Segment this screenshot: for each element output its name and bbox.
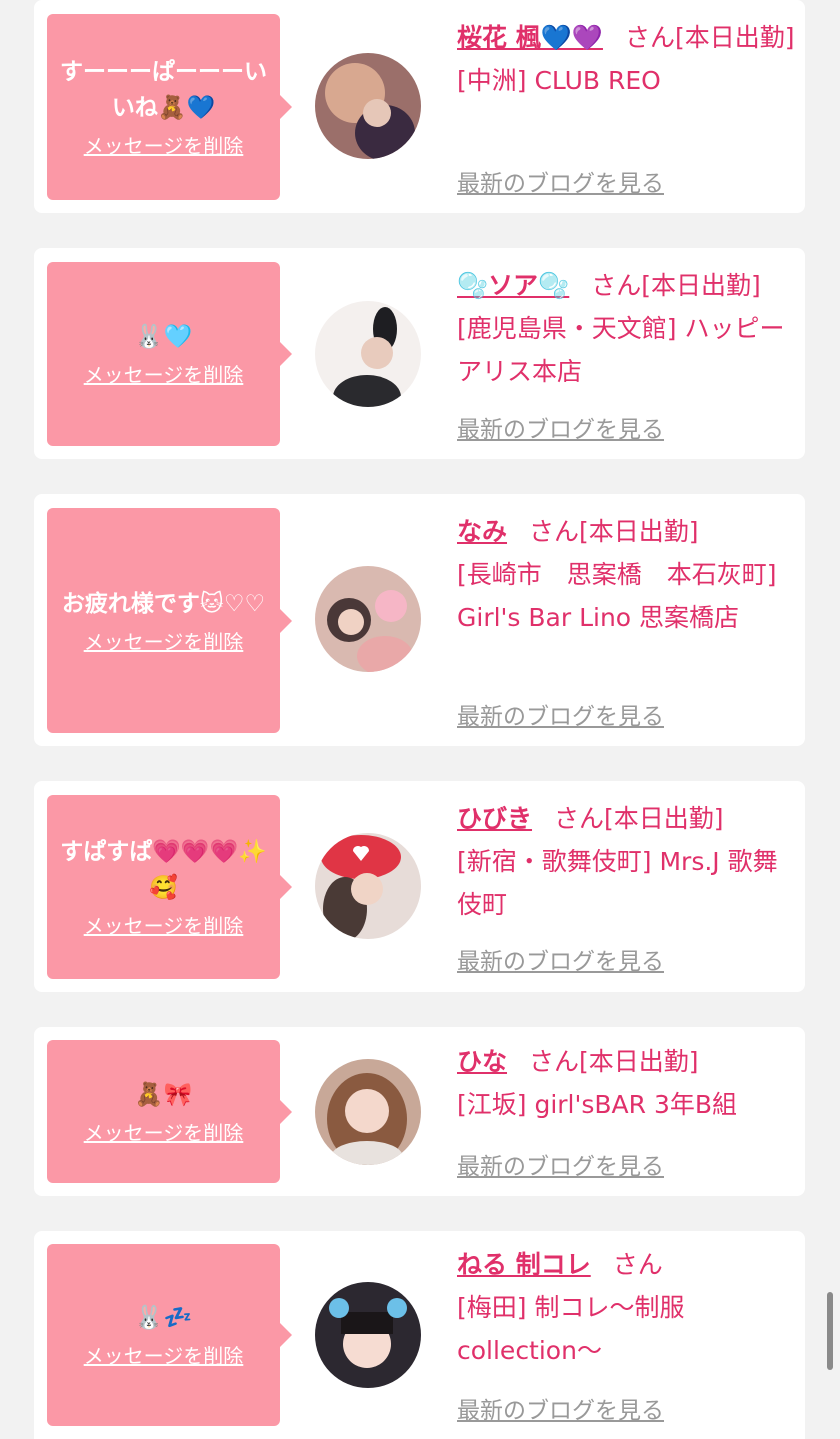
avatar[interactable] [315, 301, 421, 407]
latest-blog-link[interactable]: 最新のブログを見る [457, 942, 664, 976]
shop-name: Girl's Bar Lino 思案橋店 [457, 603, 740, 632]
message-bubble: 🧸🎀 メッセージを削除 [47, 1040, 292, 1183]
avatar[interactable] [315, 1059, 421, 1165]
message-text: お疲れ様です🐱♡♡ [61, 590, 266, 617]
cast-name-link[interactable]: ひな [457, 1047, 507, 1076]
latest-blog-link[interactable]: 最新のブログを見る [457, 410, 664, 444]
message-bubble: 🐰🩵 メッセージを削除 [47, 262, 292, 446]
cast-info: 🫧ソア🫧 さん[本日出勤] [鹿児島県・天文館] ハッピーアリス本店 [457, 264, 795, 393]
honorific: さん [624, 23, 675, 52]
message-text: 🐰💤 [134, 1305, 193, 1331]
cast-name-link[interactable]: なみ [457, 517, 507, 546]
message-bubble: すぱすぱ💗💗💗✨🥰 メッセージを削除 [47, 795, 292, 979]
cast-name-link[interactable]: 桜花 楓💙💜 [457, 23, 603, 52]
favorite-card: すーーーぱーーーいいね🧸💙 メッセージを削除 桜花 楓💙💜 さん[本日出勤] [中… [34, 0, 805, 213]
message-bubble: お疲れ様です🐱♡♡ メッセージを削除 [47, 508, 292, 733]
cast-name-link[interactable]: ねる 制コレ [457, 1250, 591, 1279]
status-text: [本日出勤] [579, 1047, 699, 1076]
status-text: [本日出勤] [674, 23, 795, 52]
message-bubble: 🐰💤 メッセージを削除 [47, 1244, 292, 1426]
cast-name-link[interactable]: 🫧ソア🫧 [457, 271, 569, 300]
area-text: [梅田] [457, 1293, 527, 1322]
message-text: 🧸🎀 [134, 1081, 193, 1108]
status-text: [本日出勤] [641, 271, 761, 300]
message-text: すぱすぱ💗💗💗✨🥰 [60, 839, 267, 901]
cast-info: ひな さん[本日出勤] [江坂] girl'sBAR 3年B組 [457, 1040, 795, 1126]
delete-message-link[interactable]: メッセージを削除 [84, 132, 244, 160]
honorific: さん [612, 1250, 663, 1279]
honorific: さん [529, 1047, 580, 1076]
avatar[interactable] [315, 1282, 421, 1388]
scrollbar-thumb[interactable] [827, 1292, 833, 1370]
favorite-card: お疲れ様です🐱♡♡ メッセージを削除 なみ さん[本日出勤] [長崎市 思案橋 本… [34, 494, 805, 746]
avatar[interactable] [315, 53, 421, 159]
latest-blog-link[interactable]: 最新のブログを見る [457, 164, 664, 198]
status-text: [本日出勤] [604, 804, 724, 833]
delete-message-link[interactable]: メッセージを削除 [84, 1342, 244, 1370]
favorite-card: 🧸🎀 メッセージを削除 ひな さん[本日出勤] [江坂] girl'sBAR 3年… [34, 1027, 805, 1196]
area-text: [新宿・歌舞伎町] [457, 847, 652, 876]
cast-info: 桜花 楓💙💜 さん[本日出勤] [中洲] CLUB REO [457, 16, 795, 102]
delete-message-link[interactable]: メッセージを削除 [84, 361, 244, 389]
avatar[interactable] [315, 566, 421, 672]
latest-blog-link[interactable]: 最新のブログを見る [457, 697, 664, 731]
honorific: さん [591, 271, 642, 300]
message-text: 🐰🩵 [134, 324, 193, 350]
honorific: さん [554, 804, 605, 833]
favorite-card: すぱすぱ💗💗💗✨🥰 メッセージを削除 ひびき さん[本日出勤] [新宿・歌舞伎町]… [34, 781, 805, 992]
area-text: [中洲] [457, 66, 527, 95]
cast-info: ねる 制コレ さん [梅田] 制コレ〜制服collection〜 [457, 1243, 795, 1372]
delete-message-link[interactable]: メッセージを削除 [84, 912, 244, 940]
delete-message-link[interactable]: メッセージを削除 [84, 628, 244, 656]
area-text: [長崎市 思案橋 本石灰町] [457, 560, 777, 589]
delete-message-link[interactable]: メッセージを削除 [84, 1119, 244, 1147]
latest-blog-link[interactable]: 最新のブログを見る [457, 1391, 664, 1425]
favorite-card: 🐰💤 メッセージを削除 ねる 制コレ さん [梅田] 制コレ〜制服collecti… [34, 1231, 805, 1439]
cast-info: ひびき さん[本日出勤] [新宿・歌舞伎町] Mrs.J 歌舞伎町 [457, 797, 795, 926]
area-text: [鹿児島県・天文館] [457, 314, 677, 343]
favorite-card: 🐰🩵 メッセージを削除 🫧ソア🫧 さん[本日出勤] [鹿児島県・天文館] ハッピー… [34, 248, 805, 459]
message-text: すーーーぱーーーいいね🧸💙 [60, 59, 267, 121]
honorific: さん [529, 517, 580, 546]
shop-name: girl'sBAR 3年B組 [534, 1090, 738, 1119]
status-text: [本日出勤] [579, 517, 699, 546]
area-text: [江坂] [457, 1090, 527, 1119]
shop-name: CLUB REO [534, 66, 661, 95]
avatar[interactable] [315, 833, 421, 939]
latest-blog-link[interactable]: 最新のブログを見る [457, 1147, 664, 1181]
message-bubble: すーーーぱーーーいいね🧸💙 メッセージを削除 [47, 14, 292, 200]
cast-name-link[interactable]: ひびき [457, 804, 532, 833]
cast-info: なみ さん[本日出勤] [長崎市 思案橋 本石灰町] Girl's Bar Lin… [457, 510, 795, 639]
